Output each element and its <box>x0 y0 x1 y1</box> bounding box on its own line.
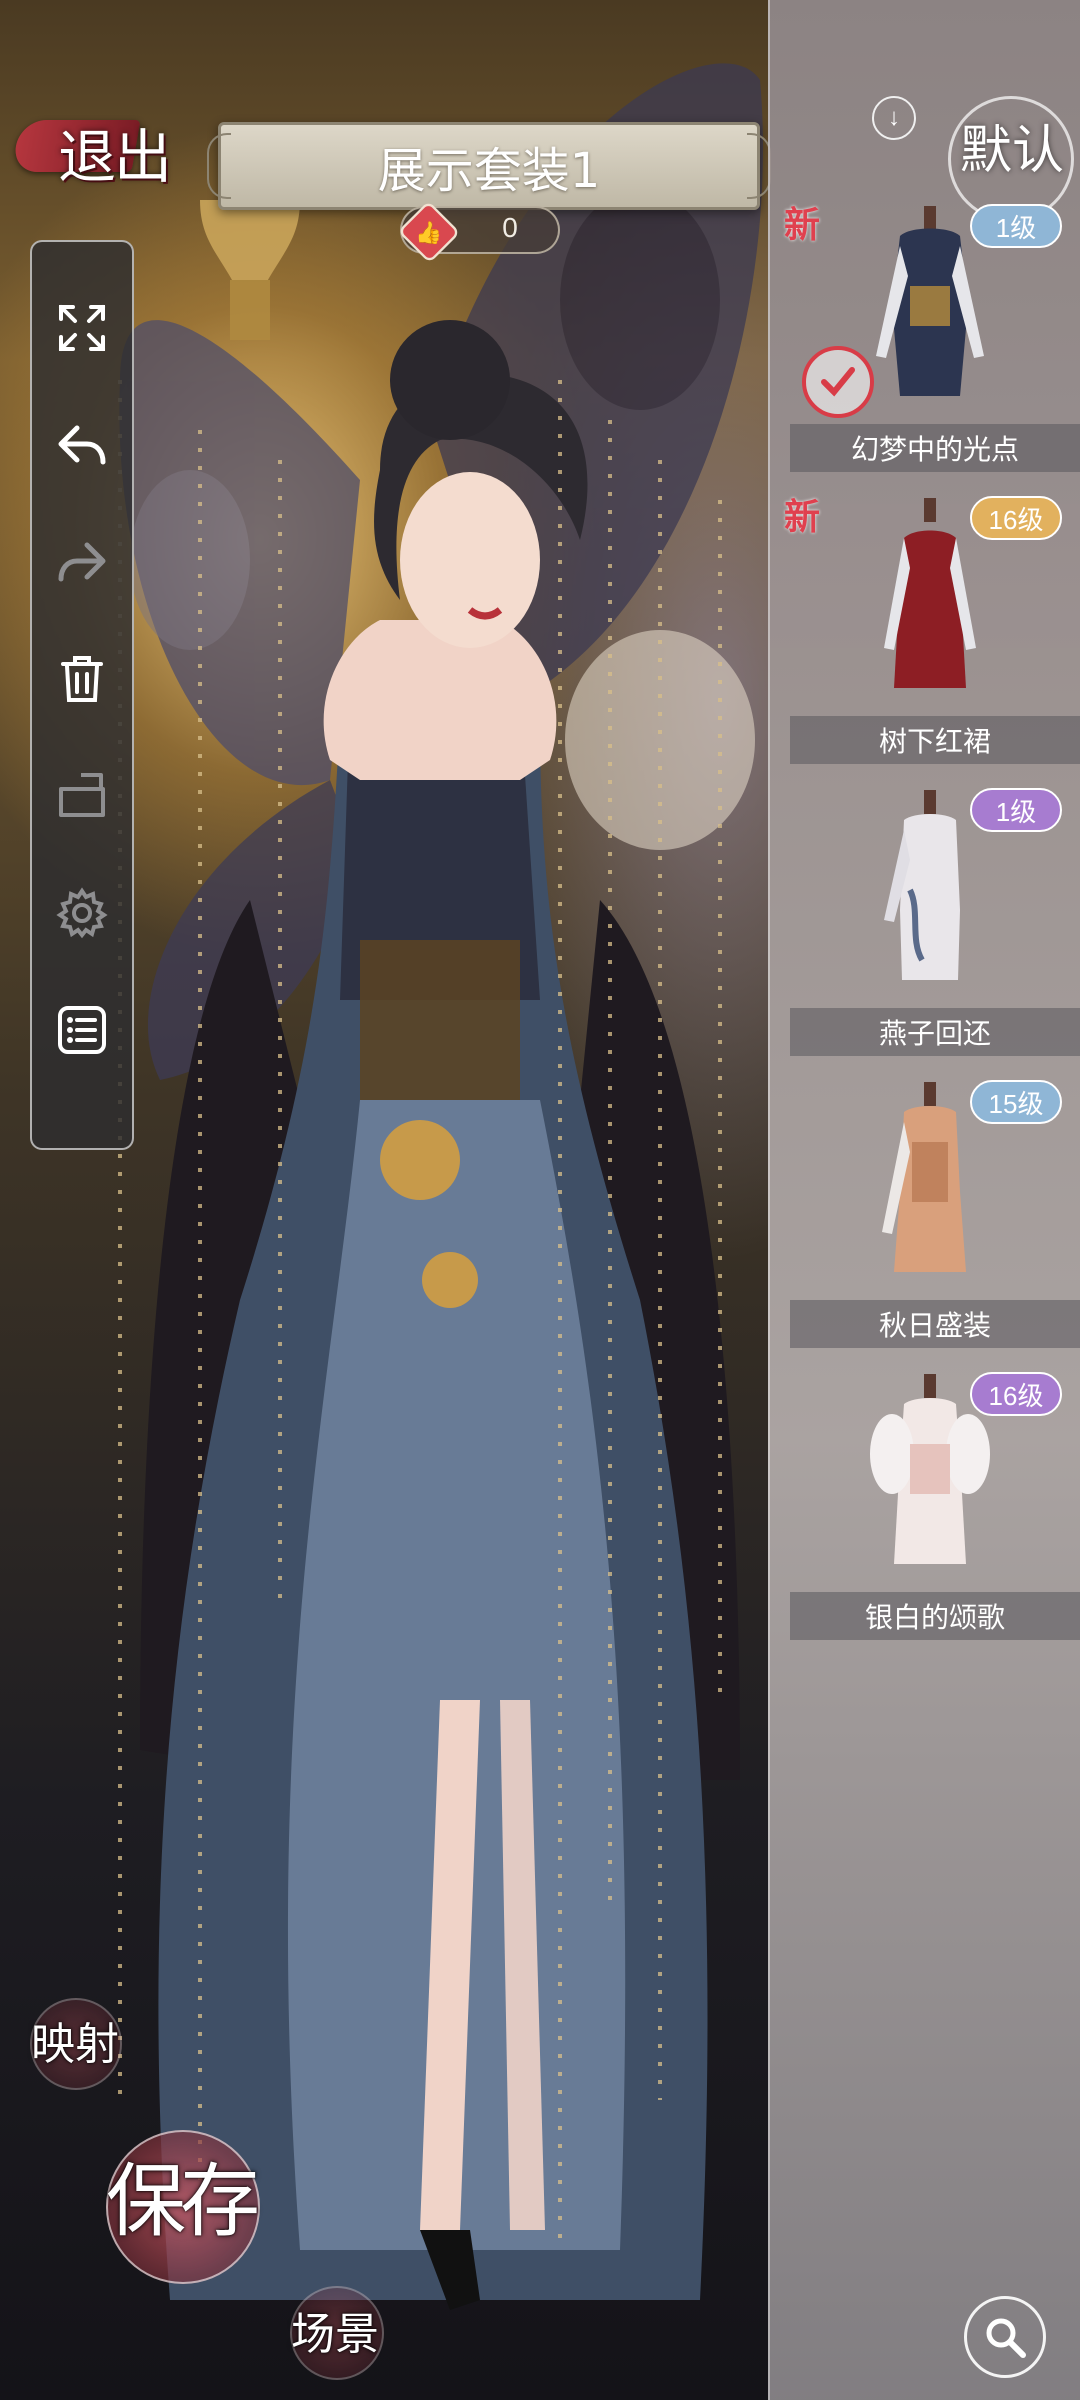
dress-thumbnail <box>876 206 984 396</box>
level-badge: 16级 <box>970 496 1062 540</box>
expand-icon <box>59 305 105 351</box>
dress-thumbnail <box>870 1374 990 1564</box>
outfit-name: 树下红裙 <box>790 716 1080 764</box>
scene-button[interactable]: 场景 <box>280 2280 390 2380</box>
dress-thumbnail <box>882 1082 966 1272</box>
chandelier <box>200 200 300 340</box>
arrow-down-icon: ↓ <box>888 104 900 131</box>
dress-thumbnail <box>884 498 976 688</box>
outfit-item-1[interactable]: 新 1级 幻梦中的光点 <box>780 196 1080 488</box>
outfit-item-2[interactable]: 新 16级 树下红裙 <box>780 488 1080 780</box>
folder-icon <box>59 773 105 817</box>
exit-button[interactable]: 退出 <box>10 104 178 191</box>
save-button[interactable]: 保存 <box>90 2120 270 2284</box>
save-label: 保存 <box>106 2155 260 2248</box>
level-badge: 1级 <box>970 204 1062 248</box>
undo-icon <box>58 425 106 465</box>
level-badge: 15级 <box>970 1080 1062 1124</box>
new-tag: 新 <box>784 496 821 538</box>
map-button[interactable]: 映射 <box>20 1990 130 2090</box>
settings-button[interactable] <box>32 863 132 963</box>
like-count: 0 <box>502 212 518 243</box>
outfit-title: 展示套装1 <box>377 143 601 199</box>
outfit-item-3[interactable]: 1级 燕子回还 <box>780 780 1080 1072</box>
delete-button[interactable] <box>32 629 132 729</box>
outfit-list-button[interactable] <box>32 980 132 1080</box>
search-icon <box>986 2318 1026 2358</box>
sort-default-button[interactable]: 默认 <box>960 108 1064 183</box>
list-icon <box>58 1006 106 1054</box>
sort-direction-button[interactable]: ↓ <box>872 96 916 140</box>
exit-label: 退出 <box>58 123 172 191</box>
dress-thumbnail <box>884 790 960 980</box>
gear-icon <box>56 887 108 939</box>
outfit-item-4[interactable]: 15级 秋日盛装 <box>780 1072 1080 1364</box>
level-badge: 1级 <box>970 788 1062 832</box>
search-button[interactable] <box>964 2296 1046 2378</box>
outfit-name: 燕子回还 <box>790 1008 1080 1056</box>
outfit-name: 幻梦中的光点 <box>790 424 1080 472</box>
expand-button[interactable] <box>32 278 132 378</box>
trash-icon <box>61 656 103 702</box>
folder-button[interactable] <box>32 746 132 846</box>
outfit-item-5[interactable]: 16级 银白的颂歌 <box>780 1364 1080 1656</box>
new-tag: 新 <box>784 204 821 246</box>
edit-toolbar <box>30 240 134 1150</box>
level-badge: 16级 <box>970 1372 1062 1416</box>
scene-label: 场景 <box>291 2309 379 2360</box>
undo-button[interactable] <box>32 395 132 495</box>
outfit-name: 银白的颂歌 <box>790 1592 1080 1640</box>
outfit-title-banner[interactable]: 展示套装1 <box>207 122 771 210</box>
map-label: 映射 <box>31 2019 119 2070</box>
outfit-name: 秋日盛装 <box>790 1300 1080 1348</box>
redo-button[interactable] <box>32 512 132 612</box>
selected-check-icon <box>802 346 874 418</box>
redo-icon <box>58 542 106 582</box>
